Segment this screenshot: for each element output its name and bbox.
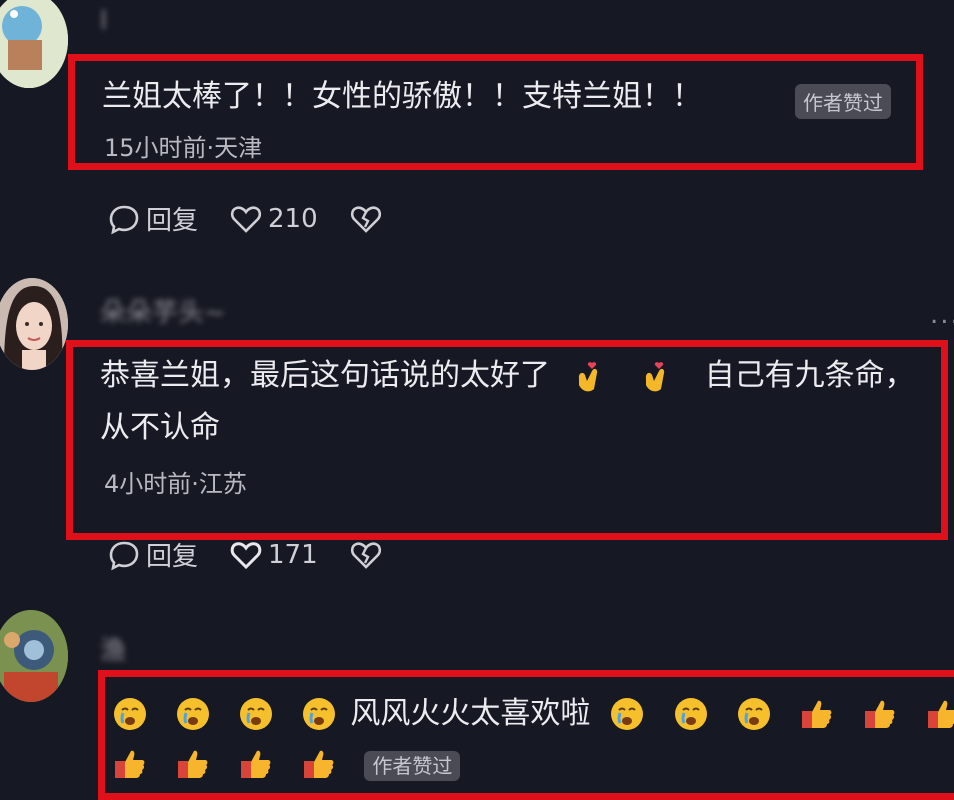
comment-bubble-icon bbox=[109, 541, 139, 570]
username[interactable]: l bbox=[100, 6, 107, 36]
like-count: 210 bbox=[268, 203, 318, 234]
thumbs-up-emoji bbox=[115, 750, 145, 778]
dislike-button[interactable] bbox=[350, 203, 382, 235]
reply-label: 回复 bbox=[146, 542, 199, 572]
reply-button[interactable]: 回复 bbox=[108, 200, 198, 237]
finger-heart-emoji bbox=[645, 361, 665, 391]
comment-text-line: 恭喜兰姐，最后这句话说的太好了 自己有九条命， bbox=[100, 352, 915, 400]
emoji-row: 风风火火太喜欢啦 bbox=[112, 690, 954, 738]
comment-text-line: 从不认命 bbox=[100, 410, 220, 445]
crying-emoji bbox=[240, 698, 273, 730]
like-count: 171 bbox=[268, 539, 318, 570]
comment-text-part: 恭喜兰姐，最后这句话说的太好了 bbox=[100, 358, 550, 393]
heart-icon bbox=[230, 205, 262, 233]
username[interactable]: 朵朵芋头~ bbox=[100, 292, 226, 329]
crying-emoji bbox=[114, 698, 146, 730]
crying-emoji bbox=[611, 698, 644, 730]
like-button[interactable]: 210 bbox=[230, 203, 318, 235]
heart-icon bbox=[230, 541, 262, 569]
reply-label: 回复 bbox=[146, 206, 199, 236]
author-liked-badge: 作者赞过 bbox=[364, 750, 461, 781]
comment-text: 风风火火太喜欢啦 bbox=[350, 696, 591, 731]
thumbs-up-emoji bbox=[304, 750, 334, 778]
reply-button[interactable]: 回复 bbox=[108, 536, 198, 573]
comment-bubble-icon bbox=[109, 205, 139, 234]
avatar[interactable] bbox=[0, 610, 68, 702]
finger-heart-emoji bbox=[578, 361, 597, 391]
more-options-icon[interactable]: ... bbox=[930, 300, 954, 330]
thumbs-up-emoji bbox=[927, 700, 954, 728]
emoji-row: 作者赞过 bbox=[112, 746, 461, 782]
comment-meta: 15小时前·天津 bbox=[104, 134, 263, 162]
comment-actions: 回复 210 bbox=[108, 200, 414, 237]
dislike-button[interactable] bbox=[350, 539, 382, 571]
avatar[interactable] bbox=[0, 0, 68, 88]
comment-actions: 回复 171 bbox=[108, 536, 414, 573]
comment-text: 兰姐太棒了！！女性的骄傲！！支特兰姐！！ bbox=[102, 79, 702, 114]
like-button[interactable]: 171 bbox=[230, 539, 318, 571]
crying-emoji bbox=[303, 698, 336, 730]
thumbs-up-emoji bbox=[178, 750, 208, 778]
crying-emoji bbox=[674, 698, 707, 730]
username[interactable]: 渔 bbox=[100, 630, 126, 667]
comment-text-part: 自己有九条命， bbox=[704, 358, 915, 393]
broken-heart-icon bbox=[350, 541, 381, 569]
thumbs-up-emoji bbox=[241, 750, 271, 778]
thumbs-up-emoji bbox=[864, 700, 895, 728]
broken-heart-icon bbox=[350, 205, 381, 233]
comment-meta: 4小时前·江苏 bbox=[104, 470, 247, 498]
crying-emoji bbox=[177, 698, 210, 730]
crying-emoji bbox=[737, 698, 770, 730]
avatar[interactable] bbox=[0, 278, 68, 370]
thumbs-up-emoji bbox=[801, 700, 832, 728]
author-liked-badge: 作者赞过 bbox=[795, 84, 891, 119]
